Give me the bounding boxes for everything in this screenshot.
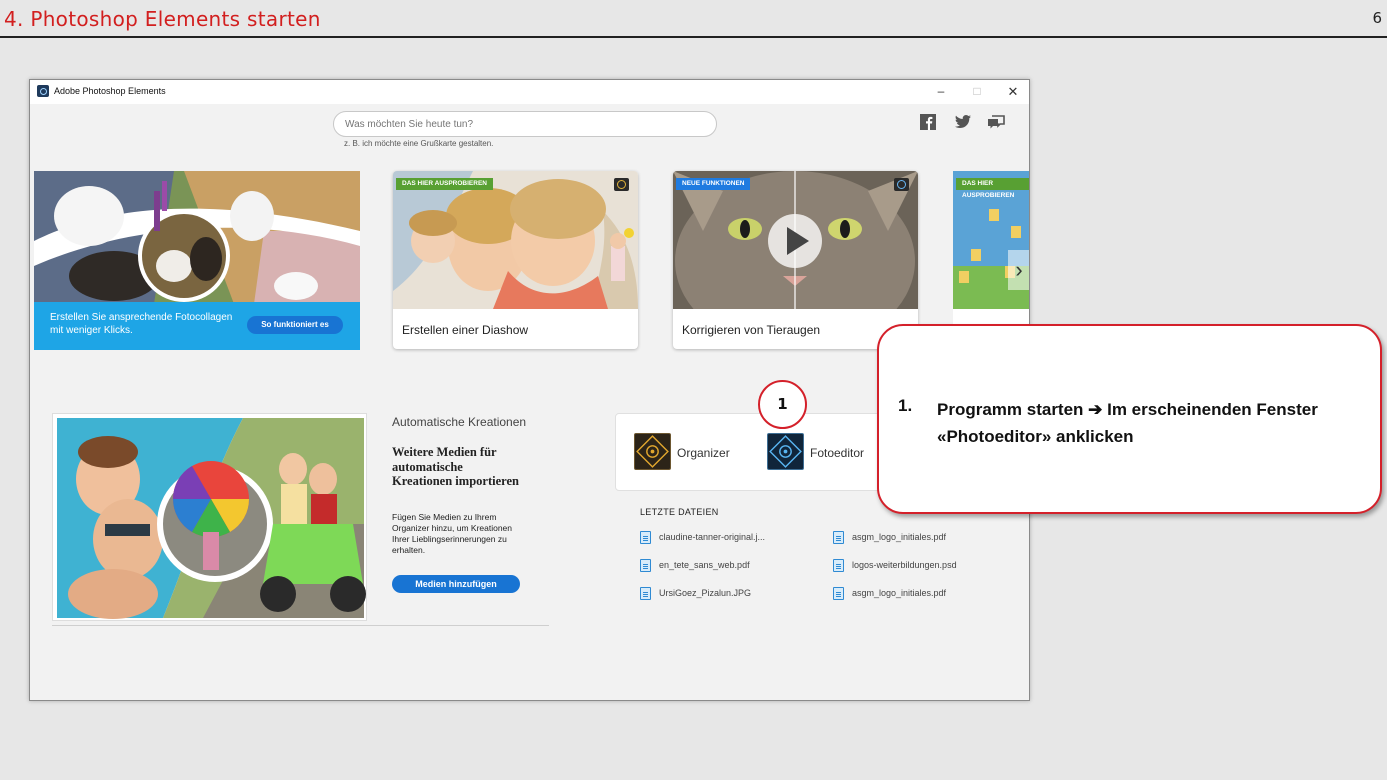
search-input[interactable] bbox=[333, 111, 717, 137]
fotoeditor-icon bbox=[767, 433, 804, 470]
file-icon bbox=[640, 559, 651, 572]
auto-creations-body: Fügen Sie Medien zu Ihrem Organizer hinz… bbox=[392, 512, 513, 555]
how-it-works-button[interactable]: So funktioniert es bbox=[247, 316, 343, 334]
file-icon bbox=[833, 559, 844, 572]
recent-files-title: LETZTE DATEIEN bbox=[640, 507, 719, 517]
hero-collage-image bbox=[34, 171, 360, 304]
hero-text: Erstellen Sie ansprechende Fotocollagen … bbox=[50, 312, 233, 336]
file-icon bbox=[640, 531, 651, 544]
organizer-label: Organizer bbox=[677, 446, 730, 460]
slide-title: 4. Photoshop Elements starten bbox=[4, 7, 321, 31]
carousel-next-chevron-icon[interactable]: › bbox=[1008, 250, 1029, 290]
photo-editor-badge-icon bbox=[894, 178, 909, 191]
step-marker: 1 bbox=[758, 380, 807, 429]
new-features-badge: NEUE FUNKTIONEN bbox=[676, 178, 751, 190]
card-slideshow[interactable]: DAS HIER AUSPROBIEREN Erstellen einer Di… bbox=[393, 171, 638, 349]
instruction-text: Programm starten ➔ Im erscheinenden Fens… bbox=[937, 400, 1318, 446]
window-titlebar[interactable]: Adobe Photoshop Elements – □ ✕ bbox=[30, 80, 1029, 104]
search-hint: z. B. ich möchte eine Grußkarte gestalte… bbox=[344, 139, 494, 148]
hero-banner: Erstellen Sie ansprechende Fotocollagen … bbox=[34, 302, 360, 350]
feedback-icon[interactable] bbox=[987, 114, 1005, 130]
instruction-callout: 1. Programm starten ➔ Im erscheinenden F… bbox=[877, 324, 1382, 514]
close-button[interactable]: ✕ bbox=[995, 80, 1029, 104]
facebook-icon[interactable] bbox=[919, 114, 937, 130]
card-pet-eye-fix[interactable]: NEUE FUNKTIONEN Korrigieren von Tierauge… bbox=[673, 171, 918, 349]
add-media-button[interactable]: Medien hinzufügen bbox=[392, 575, 520, 593]
organizer-button[interactable]: Organizer bbox=[634, 433, 744, 471]
organizer-icon bbox=[634, 433, 671, 470]
file-icon bbox=[833, 587, 844, 600]
try-this-badge: DAS HIER AUSPROBIEREN bbox=[956, 178, 1029, 199]
hero-card-photo-collage[interactable]: Erstellen Sie ansprechende Fotocollagen … bbox=[34, 171, 360, 350]
file-icon bbox=[833, 531, 844, 544]
organizer-badge-icon bbox=[614, 178, 629, 191]
file-icon bbox=[640, 587, 651, 600]
card-label: Erstellen einer Diashow bbox=[402, 323, 529, 337]
auto-divider bbox=[52, 625, 549, 626]
slide-page-number: 6 bbox=[1372, 9, 1382, 27]
auto-creation-image bbox=[52, 413, 367, 621]
app-logo-icon bbox=[37, 85, 49, 97]
fotoeditor-label: Fotoeditor bbox=[810, 446, 865, 460]
instruction-number: 1. bbox=[898, 396, 913, 415]
minimize-button[interactable]: – bbox=[923, 80, 959, 104]
auto-creations-heading: Weitere Medien für automatische Kreation… bbox=[392, 445, 519, 488]
slide-divider bbox=[0, 36, 1387, 38]
card-label: Korrigieren von Tieraugen bbox=[682, 323, 821, 337]
window-title: Adobe Photoshop Elements bbox=[54, 86, 166, 96]
card-pet-eye-image bbox=[673, 171, 918, 309]
fotoeditor-button[interactable]: Fotoeditor bbox=[767, 433, 877, 471]
twitter-icon[interactable] bbox=[954, 114, 972, 130]
try-this-badge: DAS HIER AUSPROBIEREN bbox=[396, 178, 493, 190]
card-slideshow-image bbox=[393, 171, 638, 309]
maximize-button[interactable]: □ bbox=[959, 80, 995, 104]
auto-creations-caption: Automatische Kreationen bbox=[392, 415, 527, 429]
